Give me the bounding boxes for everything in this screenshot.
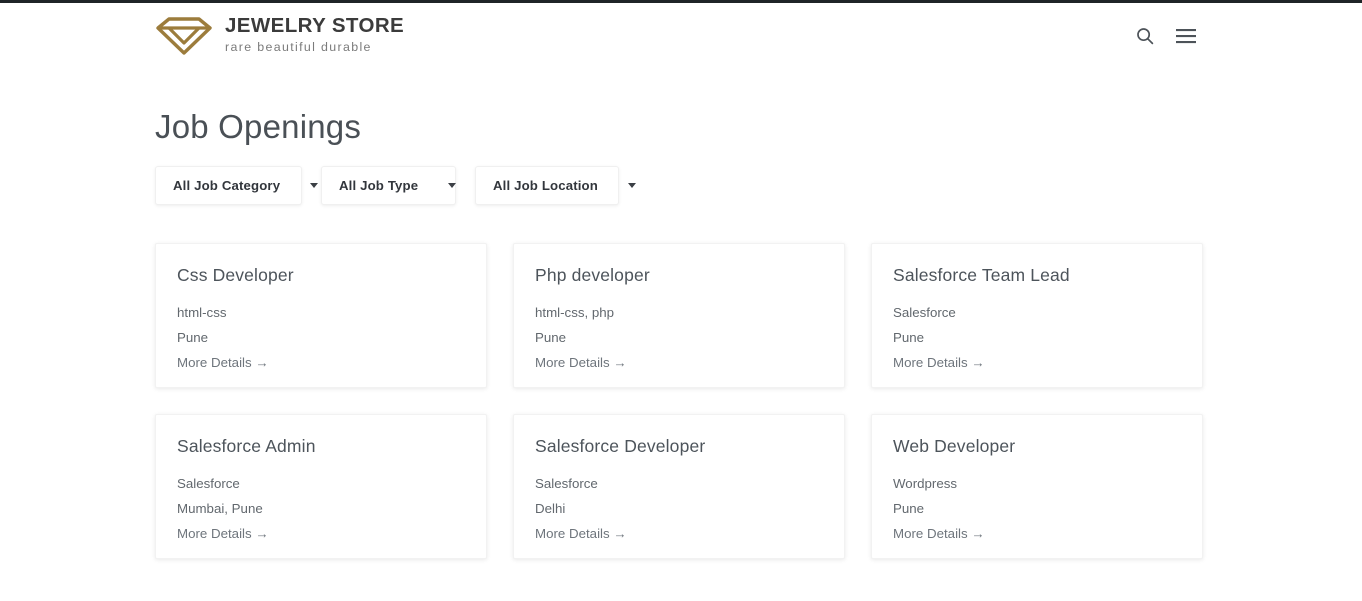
job-card[interactable]: Salesforce Team Lead Salesforce Pune Mor… (871, 242, 1203, 388)
chevron-down-icon (418, 182, 457, 188)
filter-job-location[interactable]: All Job Location (475, 165, 636, 205)
filter-job-location-label: All Job Location (493, 177, 598, 193)
job-title: Css Developer (177, 264, 294, 285)
more-details-link[interactable]: More Details → (893, 350, 985, 375)
more-details-link[interactable]: More Details → (177, 521, 269, 546)
job-category: html-css, php (535, 304, 615, 320)
page-title: Job Openings (155, 108, 362, 145)
more-details-link[interactable]: More Details → (893, 521, 985, 546)
job-card[interactable]: Web Developer Wordpress Pune More Detail… (871, 413, 1203, 559)
filter-job-category-label: All Job Category (173, 177, 281, 193)
filter-job-type[interactable]: All Job Type (321, 165, 457, 205)
diamond-gem-icon (155, 16, 213, 56)
more-details-link[interactable]: More Details → (535, 521, 627, 546)
job-title: Php developer (535, 264, 650, 285)
job-location: Delhi (535, 500, 566, 516)
job-location: Pune (535, 329, 567, 345)
job-category: Salesforce (535, 475, 598, 491)
job-card[interactable]: Css Developer html-css Pune More Details… (155, 242, 487, 388)
job-location: Pune (177, 329, 209, 345)
job-filters: All Job Category All Job Type All Job Lo… (155, 165, 1207, 205)
hamburger-menu-icon[interactable] (1175, 25, 1197, 47)
job-location: Pune (893, 500, 925, 516)
job-title: Salesforce Developer (535, 435, 706, 456)
filter-job-type-label: All Job Type (339, 177, 419, 193)
header-actions (1134, 25, 1197, 47)
search-icon[interactable] (1134, 25, 1156, 47)
job-title: Salesforce Team Lead (893, 264, 1070, 285)
job-title: Web Developer (893, 435, 1016, 456)
brand-tagline: rare beautiful durable (225, 40, 372, 55)
main-content: Job Openings All Job Category All Job Ty… (0, 108, 1362, 559)
more-details-link[interactable]: More Details → (535, 350, 627, 375)
job-category: Salesforce (177, 475, 240, 491)
chevron-down-icon (280, 182, 319, 188)
job-location: Mumbai, Pune (177, 500, 263, 516)
job-card[interactable]: Salesforce Admin Salesforce Mumbai, Pune… (155, 413, 487, 559)
more-details-link[interactable]: More Details → (177, 350, 269, 375)
job-category: Wordpress (893, 475, 958, 491)
site-header: JEWELRY STORE rare beautiful durable (0, 3, 1362, 68)
job-location: Pune (893, 329, 925, 345)
job-title: Salesforce Admin (177, 435, 316, 456)
brand-name: JEWELRY STORE (225, 14, 405, 38)
filter-job-category[interactable]: All Job Category (155, 165, 319, 205)
chevron-down-icon (598, 182, 636, 188)
job-category: html-css (177, 304, 227, 320)
job-category: Salesforce (893, 304, 956, 320)
brand-logo-block[interactable]: JEWELRY STORE rare beautiful durable (155, 14, 405, 56)
job-openings-grid: Css Developer html-css Pune More Details… (155, 242, 1207, 559)
job-card[interactable]: Php developer html-css, php Pune More De… (513, 242, 845, 388)
job-card[interactable]: Salesforce Developer Salesforce Delhi Mo… (513, 413, 845, 559)
